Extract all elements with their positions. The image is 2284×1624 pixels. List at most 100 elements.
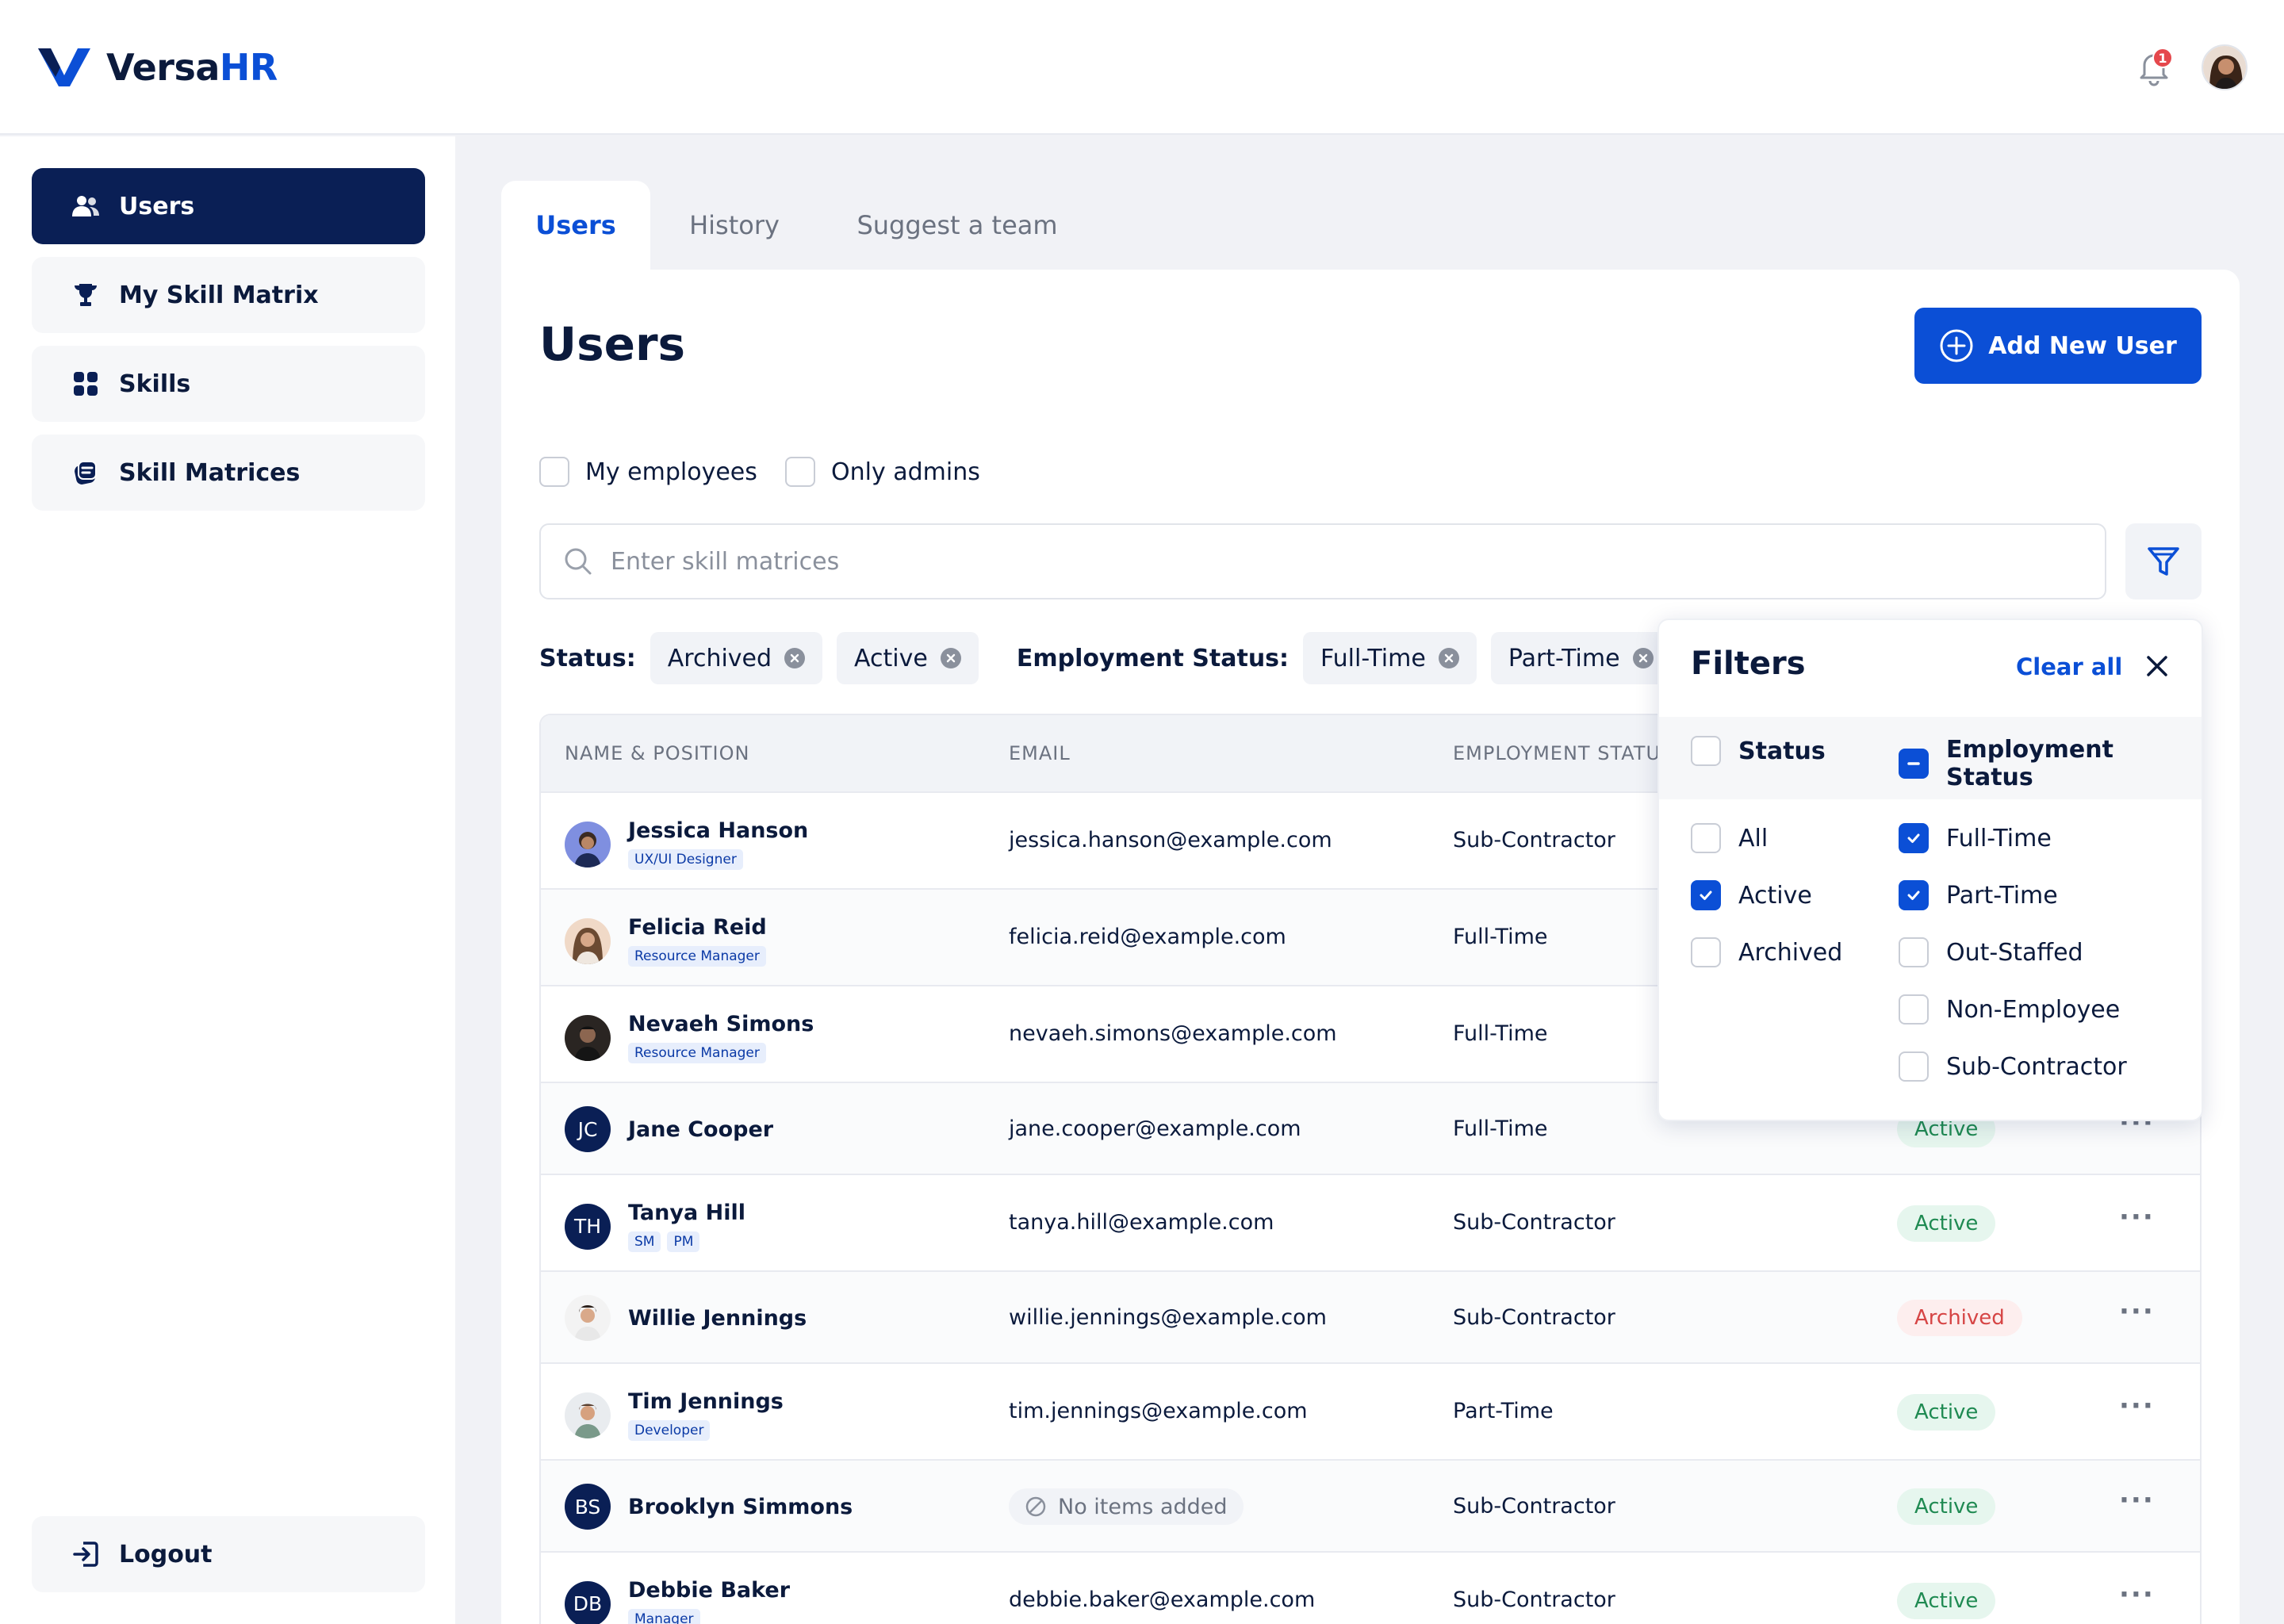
status-badge: Active bbox=[1897, 1205, 1996, 1242]
user-email: jessica.hanson@example.com bbox=[1009, 828, 1332, 852]
row-menu-icon[interactable]: ··· bbox=[2119, 1390, 2155, 1422]
row-menu-icon[interactable]: ··· bbox=[2119, 1296, 2155, 1327]
employment-status: Part-Time bbox=[1453, 1399, 1554, 1423]
status-group-checkbox[interactable] bbox=[1691, 736, 1721, 766]
trophy-icon bbox=[71, 281, 100, 309]
status-filter-label: Status: bbox=[539, 644, 636, 672]
remove-chip-icon[interactable] bbox=[784, 648, 806, 668]
filter-option-archived[interactable]: Archived bbox=[1691, 937, 1842, 967]
only-admins-label: Only admins bbox=[831, 458, 980, 486]
row-menu-icon[interactable]: ··· bbox=[2119, 1484, 2155, 1516]
filter-option-sub-contractor[interactable]: Sub-Contractor bbox=[1899, 1051, 2127, 1082]
user-name[interactable]: Felicia Reid bbox=[628, 915, 767, 940]
chip-status-active[interactable]: Active bbox=[837, 632, 979, 684]
avatar: TH bbox=[565, 1203, 611, 1250]
option-checkbox[interactable] bbox=[1691, 937, 1721, 967]
filter-group-status[interactable]: Status bbox=[1691, 736, 1826, 766]
role-tag: Resource Manager bbox=[628, 946, 766, 967]
user-name[interactable]: Debbie Baker bbox=[628, 1578, 790, 1603]
table-row[interactable]: DB Debbie Baker Manager debbie.baker@exam… bbox=[541, 1551, 2200, 1624]
filter-option-out-staffed[interactable]: Out-Staffed bbox=[1899, 937, 2083, 967]
row-menu-icon[interactable]: ··· bbox=[2119, 1579, 2155, 1611]
user-email: nevaeh.simons@example.com bbox=[1009, 1021, 1337, 1046]
status-badge: Active bbox=[1897, 1488, 1996, 1525]
option-checkbox[interactable] bbox=[1691, 823, 1721, 853]
chip-employment-full-time[interactable]: Full-Time bbox=[1303, 632, 1477, 684]
employment-status: Sub-Contractor bbox=[1453, 1305, 1615, 1330]
option-checkbox-checked[interactable] bbox=[1899, 880, 1929, 910]
sidebar-item-my-skill-matrix[interactable]: My Skill Matrix bbox=[32, 257, 425, 333]
sidebar-item-label: Skills bbox=[119, 370, 191, 398]
user-name[interactable]: Tanya Hill bbox=[628, 1201, 745, 1225]
tab-history[interactable]: History bbox=[676, 181, 793, 270]
remove-chip-icon[interactable] bbox=[940, 648, 961, 668]
clear-all-link[interactable]: Clear all bbox=[2016, 653, 2122, 680]
column-header-email[interactable]: EMAIL bbox=[1009, 742, 1071, 764]
plus-circle-icon bbox=[1940, 329, 1973, 362]
logout-label: Logout bbox=[119, 1540, 213, 1568]
role-tag: Manager bbox=[628, 1609, 700, 1624]
user-name[interactable]: Jessica Hanson bbox=[628, 818, 808, 843]
chip-label: Part-Time bbox=[1508, 644, 1620, 672]
avatar bbox=[565, 1392, 611, 1438]
user-name[interactable]: Jane Cooper bbox=[628, 1117, 773, 1142]
option-checkbox[interactable] bbox=[1899, 994, 1929, 1025]
filter-group-employment[interactable]: Employment Status bbox=[1899, 736, 2202, 791]
user-email: felicia.reid@example.com bbox=[1009, 925, 1286, 949]
grid-icon bbox=[71, 370, 100, 398]
my-employees-checkbox[interactable] bbox=[539, 457, 569, 487]
sidebar-item-skills[interactable]: Skills bbox=[32, 346, 425, 422]
option-checkbox-checked[interactable] bbox=[1899, 823, 1929, 853]
option-checkbox-checked[interactable] bbox=[1691, 880, 1721, 910]
employment-group-checkbox-partial[interactable] bbox=[1899, 749, 1929, 779]
filter-icon bbox=[2148, 547, 2179, 576]
user-name[interactable]: Willie Jennings bbox=[628, 1306, 807, 1331]
filter-group-label: Employment Status bbox=[1946, 736, 2113, 791]
sidebar-item-skill-matrices[interactable]: Skill Matrices bbox=[32, 435, 425, 511]
add-new-user-button[interactable]: Add New User bbox=[1914, 308, 2202, 384]
table-row[interactable]: Tim Jennings Developer tim.jennings@examp… bbox=[541, 1362, 2200, 1459]
avatar bbox=[565, 1295, 611, 1341]
table-row[interactable]: BS Brooklyn Simmons No items added Sub-C… bbox=[541, 1459, 2200, 1551]
only-admins-checkbox[interactable] bbox=[785, 457, 815, 487]
option-label: Full-Time bbox=[1946, 824, 2052, 852]
option-checkbox[interactable] bbox=[1899, 1051, 1929, 1082]
my-employees-label: My employees bbox=[585, 458, 757, 486]
users-icon bbox=[71, 192, 100, 220]
filter-option-active[interactable]: Active bbox=[1691, 880, 1812, 910]
top-bar: VersaHR 1 bbox=[0, 0, 2284, 135]
user-name[interactable]: Nevaeh Simons bbox=[628, 1012, 814, 1036]
row-menu-icon[interactable]: ··· bbox=[2119, 1201, 2155, 1233]
only-admins-toggle[interactable]: Only admins bbox=[785, 457, 980, 487]
app-logo[interactable]: VersaHR bbox=[36, 46, 278, 89]
remove-chip-icon[interactable] bbox=[1632, 648, 1654, 668]
notification-badge: 1 bbox=[2152, 48, 2173, 68]
filter-option-full-time[interactable]: Full-Time bbox=[1899, 823, 2052, 853]
user-avatar[interactable] bbox=[2202, 44, 2248, 90]
table-row[interactable]: TH Tanya Hill SM PM tanya.hill@example.com… bbox=[541, 1174, 2200, 1270]
filter-button[interactable] bbox=[2125, 523, 2202, 599]
logout-button[interactable]: Logout bbox=[32, 1516, 425, 1592]
page-title: Users bbox=[539, 317, 686, 371]
chip-status-archived[interactable]: Archived bbox=[650, 632, 823, 684]
column-header-employment-status[interactable]: EMPLOYMENT STATUS bbox=[1453, 742, 1673, 764]
column-header-name[interactable]: NAME & POSITION bbox=[565, 742, 749, 764]
chip-employment-part-time[interactable]: Part-Time bbox=[1490, 632, 1671, 684]
tab-users[interactable]: Users bbox=[501, 181, 650, 270]
status-badge: Active bbox=[1897, 1394, 1996, 1431]
filter-option-non-employee[interactable]: Non-Employee bbox=[1899, 994, 2120, 1025]
option-checkbox[interactable] bbox=[1899, 937, 1929, 967]
close-icon[interactable] bbox=[2143, 652, 2171, 680]
my-employees-toggle[interactable]: My employees bbox=[539, 457, 757, 487]
employment-status: Sub-Contractor bbox=[1453, 828, 1615, 852]
user-name[interactable]: Tim Jennings bbox=[628, 1389, 784, 1414]
filter-option-all[interactable]: All bbox=[1691, 823, 1768, 853]
sidebar-item-users[interactable]: Users bbox=[32, 168, 425, 244]
search-input[interactable] bbox=[611, 547, 2038, 576]
table-row[interactable]: Willie Jennings willie.jennings@example.… bbox=[541, 1270, 2200, 1362]
user-name[interactable]: Brooklyn Simmons bbox=[628, 1495, 853, 1519]
remove-chip-icon[interactable] bbox=[1438, 648, 1459, 668]
avatar bbox=[565, 1014, 611, 1061]
filter-option-part-time[interactable]: Part-Time bbox=[1899, 880, 2058, 910]
tab-suggest-a-team[interactable]: Suggest a team bbox=[841, 181, 1074, 270]
